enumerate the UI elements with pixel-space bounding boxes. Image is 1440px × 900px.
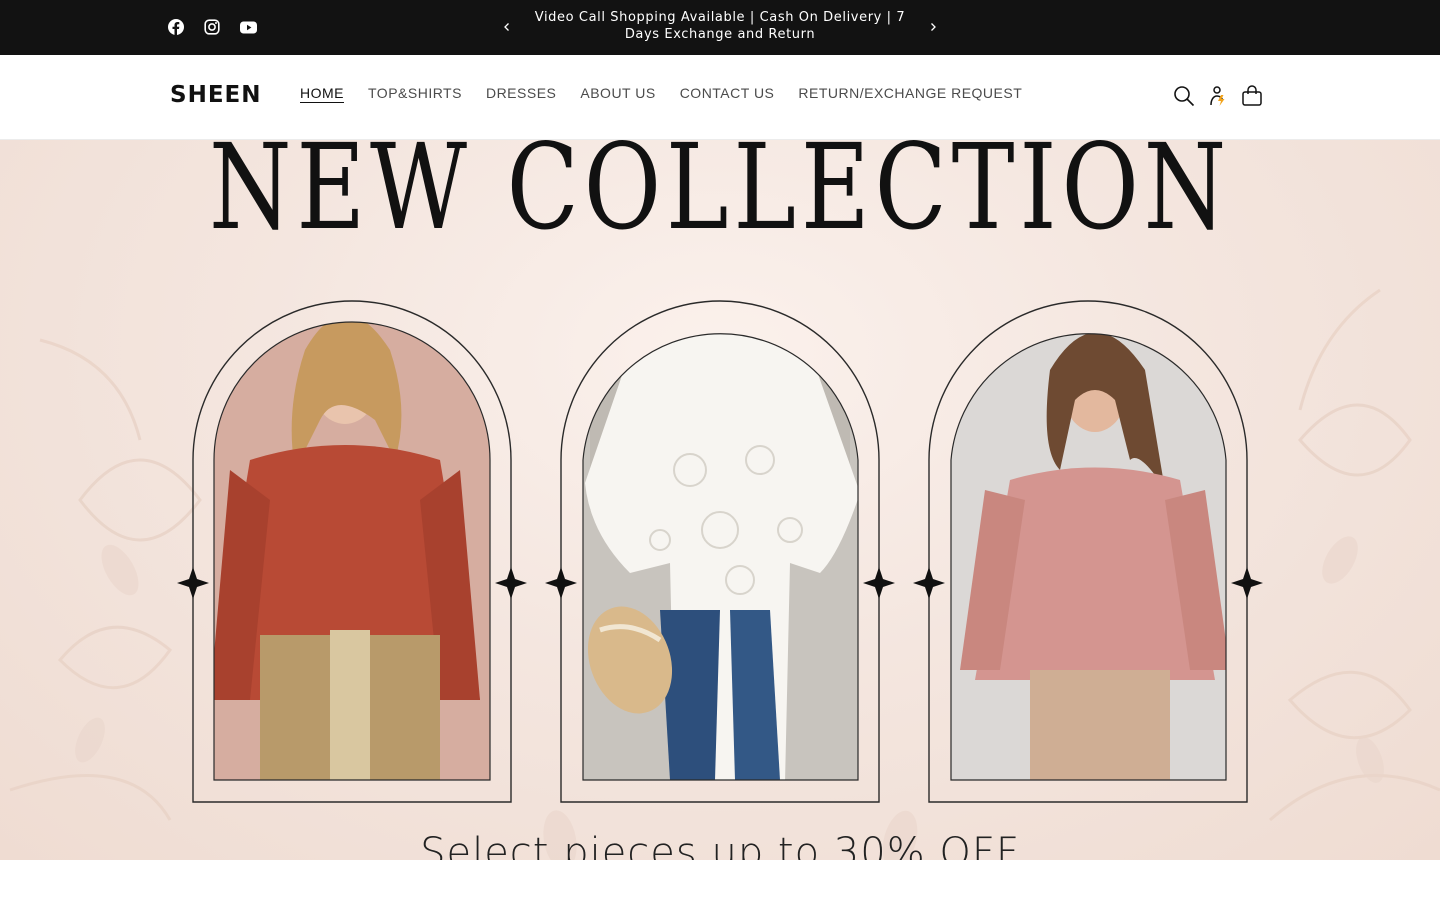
account-icon[interactable]: [1206, 84, 1230, 108]
announcement-prev-button[interactable]: [496, 16, 518, 38]
page-below-hero: [0, 860, 1440, 900]
cart-icon[interactable]: [1240, 84, 1264, 108]
hero-subtitle: Select pieces up to 30% OFF: [420, 830, 1020, 860]
main-nav: HOME TOP&SHIRTS DRESSES ABOUT US CONTACT…: [288, 85, 1034, 101]
nav-item-contact-us[interactable]: CONTACT US: [668, 85, 787, 101]
announcement-text: Video Call Shopping Available | Cash On …: [534, 10, 906, 42]
instagram-icon[interactable]: [200, 15, 224, 39]
chevron-right-icon: [931, 23, 936, 31]
nav-item-return-exchange[interactable]: RETURN/EXCHANGE REQUEST: [786, 85, 1034, 101]
logo[interactable]: SHEEN: [170, 82, 262, 108]
nav-item-home[interactable]: HOME: [288, 85, 356, 101]
product-arch-3[interactable]: [928, 300, 1248, 803]
youtube-icon[interactable]: [236, 15, 260, 39]
nav-item-dresses[interactable]: DRESSES: [474, 85, 568, 101]
nav-item-about-us[interactable]: ABOUT US: [568, 85, 667, 101]
product-arches: [177, 185, 1263, 803]
facebook-icon[interactable]: [164, 15, 188, 39]
hero-banner[interactable]: NEW COLLECTION Select pieces up to 30% O…: [0, 140, 1440, 860]
product-arch-2[interactable]: [560, 300, 880, 803]
nav-item-tops-shirts[interactable]: TOP&SHIRTS: [356, 85, 474, 101]
search-icon[interactable]: [1172, 84, 1196, 108]
site-header: SHEEN HOME TOP&SHIRTS DRESSES ABOUT US C…: [0, 55, 1440, 140]
announcement-bar: Video Call Shopping Available | Cash On …: [0, 0, 1440, 55]
announcement-next-button[interactable]: [922, 16, 944, 38]
header-icons: [1172, 84, 1264, 108]
chevron-left-icon: [504, 23, 509, 31]
social-links: [164, 15, 260, 39]
product-arch-1[interactable]: [192, 185, 512, 803]
